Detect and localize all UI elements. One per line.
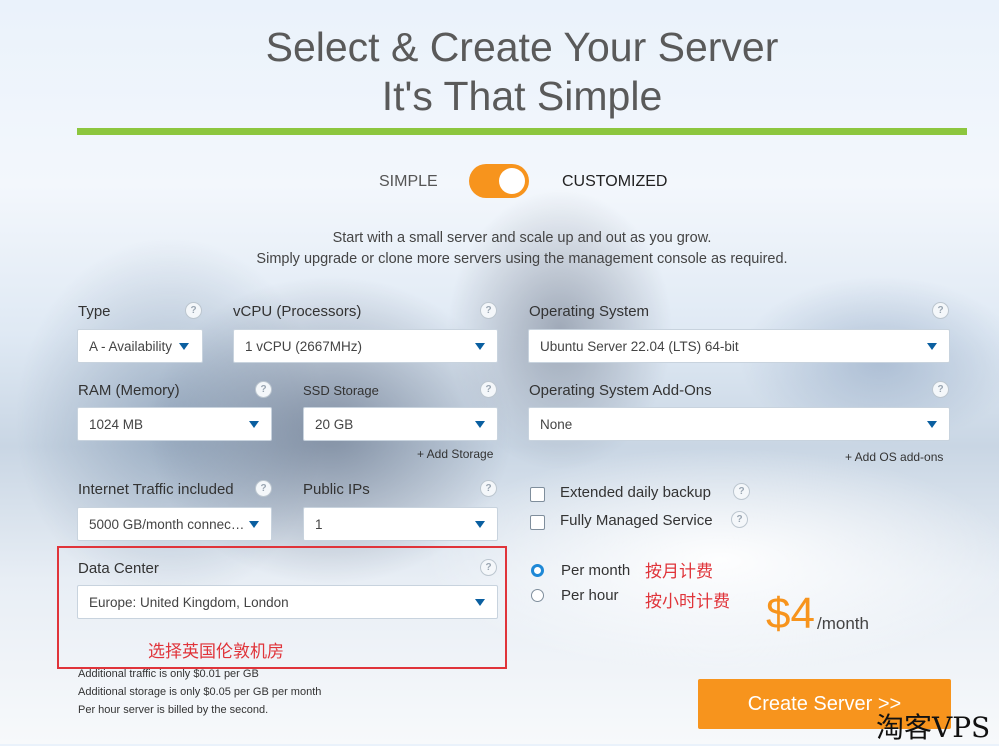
os-addons-label: Operating System Add-Ons [529, 382, 712, 399]
managed-service-help-icon[interactable]: ? [731, 511, 748, 528]
type-help-icon[interactable]: ? [185, 302, 202, 319]
vcpu-value: 1 vCPU (2667MHz) [245, 339, 363, 354]
ram-chevron-down-icon [249, 421, 259, 428]
os-chevron-down-icon [927, 343, 937, 350]
extended-backup-help-icon[interactable]: ? [733, 483, 750, 500]
watermark-text: 淘客VPS [876, 711, 991, 744]
page-title-line2: It's That Simple [381, 73, 663, 119]
ssd-chevron-down-icon [475, 421, 485, 428]
footnote-billing: Per hour server is billed by the second. [78, 704, 269, 716]
vcpu-help-icon[interactable]: ? [480, 302, 497, 319]
customized-mode-label[interactable]: CUSTOMIZED [562, 173, 667, 191]
os-label: Operating System [529, 303, 650, 320]
per-month-annotation: 按月计费 [645, 562, 713, 581]
os-addons-select[interactable]: None [528, 407, 950, 441]
per-hour-label[interactable]: Per hour [561, 587, 619, 604]
vcpu-chevron-down-icon [475, 343, 485, 350]
datacenter-annotation: 选择英国伦敦机房 [148, 642, 284, 661]
footnote-traffic: Additional traffic is only $0.01 per GB [78, 668, 259, 680]
os-help-icon[interactable]: ? [932, 302, 949, 319]
os-value: Ubuntu Server 22.04 (LTS) 64-bit [540, 339, 739, 354]
datacenter-label: Data Center [78, 560, 159, 577]
per-month-radio[interactable] [531, 564, 544, 577]
datacenter-value: Europe: United Kingdom, London [89, 595, 289, 610]
per-hour-annotation: 按小时计费 [645, 592, 730, 611]
public-ips-help-icon[interactable]: ? [480, 480, 497, 497]
title-divider [77, 128, 967, 135]
ram-label: RAM (Memory) [78, 382, 180, 399]
ssd-label: SSD Storage [303, 383, 379, 398]
os-addons-help-icon[interactable]: ? [932, 381, 949, 398]
intro-line1: Start with a small server and scale up a… [332, 230, 712, 246]
price-amount: $4 [766, 589, 815, 638]
public-ips-chevron-down-icon [475, 521, 485, 528]
ssd-help-icon[interactable]: ? [480, 381, 497, 398]
traffic-value: 5000 GB/month connection [89, 517, 253, 532]
traffic-help-icon[interactable]: ? [255, 480, 272, 497]
traffic-select[interactable]: 5000 GB/month connection [77, 507, 272, 541]
traffic-chevron-down-icon [249, 521, 259, 528]
mode-toggle[interactable] [469, 164, 529, 198]
datacenter-select[interactable]: Europe: United Kingdom, London [77, 585, 498, 619]
public-ips-value: 1 [315, 517, 323, 532]
datacenter-chevron-down-icon [475, 599, 485, 606]
os-select[interactable]: Ubuntu Server 22.04 (LTS) 64-bit [528, 329, 950, 363]
extended-backup-checkbox[interactable] [530, 487, 545, 502]
simple-mode-label[interactable]: SIMPLE [379, 173, 438, 191]
intro-line2: Simply upgrade or clone more servers usi… [256, 251, 788, 267]
type-label: Type [78, 303, 111, 320]
ram-select[interactable]: 1024 MB [77, 407, 272, 441]
os-addons-chevron-down-icon [927, 421, 937, 428]
add-os-addons-link[interactable]: + Add OS add-ons [845, 450, 943, 464]
traffic-label: Internet Traffic included [78, 481, 234, 498]
managed-service-checkbox[interactable] [530, 515, 545, 530]
toggle-knob [499, 168, 525, 194]
vcpu-label: vCPU (Processors) [233, 303, 362, 320]
type-value: A - Availability [89, 339, 173, 354]
datacenter-help-icon[interactable]: ? [480, 559, 497, 576]
per-month-label[interactable]: Per month [561, 562, 630, 579]
extended-backup-label[interactable]: Extended daily backup [560, 484, 711, 501]
add-storage-link[interactable]: + Add Storage [417, 447, 493, 461]
os-addons-value: None [540, 417, 573, 432]
ram-value: 1024 MB [89, 417, 144, 432]
ram-help-icon[interactable]: ? [255, 381, 272, 398]
managed-service-label[interactable]: Fully Managed Service [560, 512, 713, 529]
per-hour-radio[interactable] [531, 589, 544, 602]
page-title-line1: Select & Create Your Server [265, 24, 779, 70]
price-period: /month [817, 614, 869, 633]
footnote-storage: Additional storage is only $0.05 per GB … [78, 686, 322, 698]
public-ips-select[interactable]: 1 [303, 507, 498, 541]
ssd-value: 20 GB [315, 417, 354, 432]
vcpu-select[interactable]: 1 vCPU (2667MHz) [233, 329, 498, 363]
public-ips-label: Public IPs [303, 481, 370, 498]
ssd-select[interactable]: 20 GB [303, 407, 498, 441]
type-chevron-down-icon [179, 343, 189, 350]
